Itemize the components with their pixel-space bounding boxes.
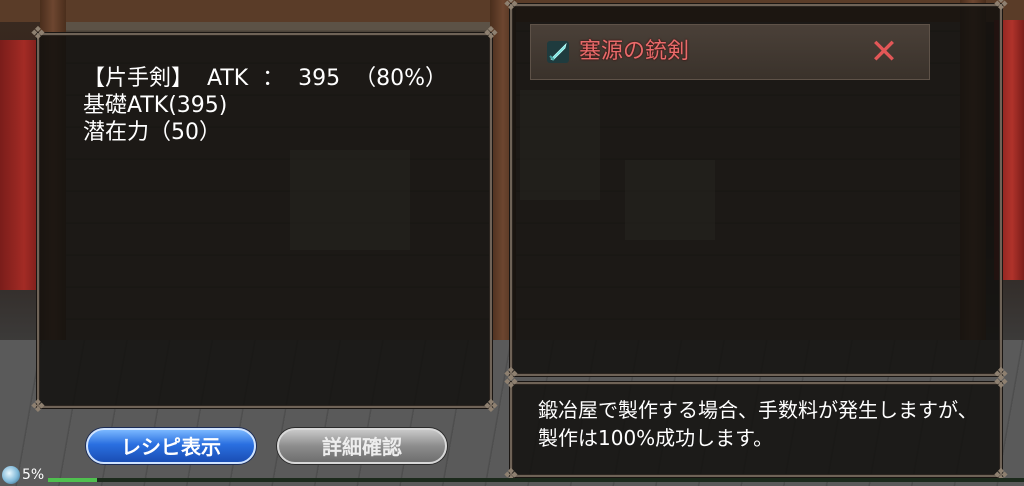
item-description-panel: ❖ ❖ ❖ ❖ 鍛冶屋で製作する場合、手数料が発生しますが、製作は100%成功し… [503, 372, 1009, 486]
frame-ornament-icon: ❖ [992, 372, 1010, 393]
loading-status: 5% [0, 464, 60, 486]
stat-base-atk: 基礎ATK(395) [83, 93, 228, 118]
frame-ornament-icon: ❖ [502, 372, 520, 393]
close-icon[interactable]: ✕ [869, 35, 899, 69]
progress-bar [48, 478, 1024, 482]
sword-icon [547, 41, 569, 63]
stat-weapon-type-atk: 【片手剣】 ATK ： 395 （80%） [83, 66, 448, 91]
show-recipe-button[interactable]: レシピ表示 [86, 428, 256, 464]
frame-ornament-icon: ❖ [502, 0, 520, 15]
frame-ornament-icon: ❖ [482, 23, 500, 44]
item-title-bar: 塞源の銃剣 ✕ [530, 24, 930, 80]
progress-bar-fill [48, 478, 97, 482]
detail-check-button[interactable]: 詳細確認 [277, 428, 447, 464]
stat-potential: 潜在力（50） [83, 120, 221, 145]
weapon-stats: 【片手剣】 ATK ： 395 （80%） 基礎ATK(395) 潜在力（50） [83, 65, 447, 146]
frame-ornament-icon: ❖ [502, 465, 520, 486]
item-name: 塞源の銃剣 [579, 39, 690, 64]
item-description: 鍛冶屋で製作する場合、手数料が発生しますが、製作は100%成功します。 [538, 398, 978, 450]
frame-ornament-icon: ❖ [29, 396, 47, 417]
frame-ornament-icon: ❖ [992, 465, 1010, 486]
item-preview-panel: ❖ ❖ ❖ ❖ 塞源の銃剣 ✕ [503, 0, 1009, 385]
frame-ornament-icon: ❖ [482, 396, 500, 417]
orb-icon [2, 466, 20, 484]
progress-text: 5% [22, 467, 45, 483]
background-curtain-left [0, 40, 40, 290]
frame-ornament-icon: ❖ [992, 0, 1010, 15]
weapon-stats-panel: ❖ ❖ ❖ ❖ 【片手剣】 ATK ： 395 （80%） 基礎ATK(395)… [30, 23, 499, 417]
frame-ornament-icon: ❖ [29, 23, 47, 44]
